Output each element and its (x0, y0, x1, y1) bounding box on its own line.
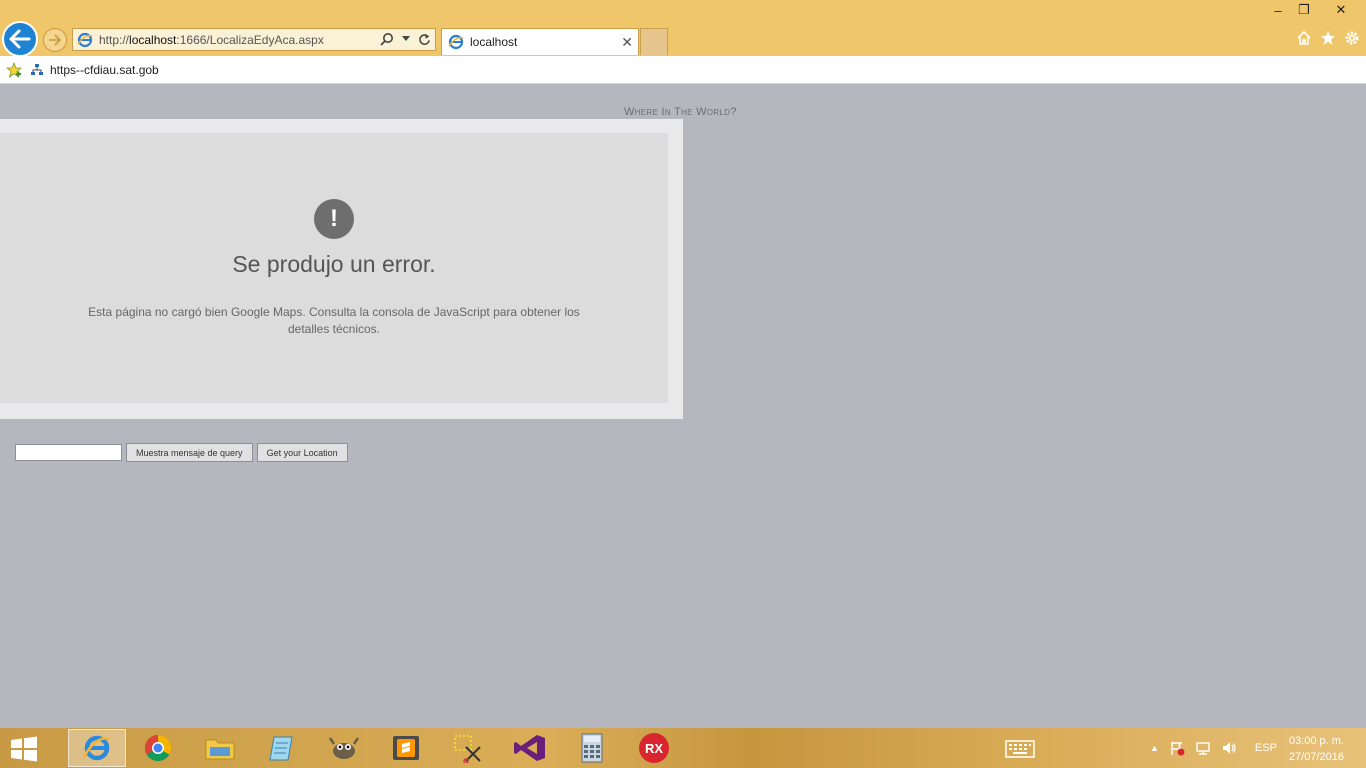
taskbar-calculator-button[interactable] (563, 729, 621, 767)
browser-titlebar: http://localhost:1666/LocalizaEdyAca.asp… (0, 0, 1366, 57)
address-url-host: localhost (129, 32, 177, 47)
notepad-icon (269, 736, 293, 761)
show-hidden-icons-icon[interactable]: ▲ (1150, 743, 1159, 753)
new-tab-button[interactable] (640, 28, 668, 55)
taskbar-explorer-button[interactable] (191, 729, 249, 767)
restore-button[interactable]: ❐ (1291, 0, 1317, 20)
close-window-button[interactable]: ✕ (1317, 0, 1365, 20)
system-tray: ▲ ESP (1150, 728, 1277, 768)
close-tab-icon[interactable]: ✕ (621, 34, 633, 51)
page-title: Where In The World? (624, 106, 737, 118)
snipping-tool-icon (454, 735, 481, 763)
input-language[interactable]: ESP (1255, 742, 1277, 754)
error-title: Se produjo un error. (232, 251, 436, 277)
error-icon: ! (314, 199, 354, 239)
site-hierarchy-icon (31, 63, 43, 75)
ie-page-icon (77, 32, 93, 47)
favorite-label: https--cfdiau.sat.gob (50, 62, 159, 77)
network-icon[interactable] (1195, 740, 1211, 756)
rx-label: RX (644, 740, 664, 756)
gimp-icon (328, 737, 360, 759)
back-button[interactable] (2, 21, 38, 57)
taskbar: RX ▲ ESP 03:00 p. m. 27/07/2016 (0, 728, 1366, 768)
internet-explorer-icon (82, 735, 111, 761)
address-tools (380, 32, 431, 46)
taskbar-notepad-button[interactable] (253, 729, 311, 767)
action-center-flag-icon[interactable] (1169, 740, 1185, 756)
sublime-text-icon (393, 736, 419, 760)
taskbar-ie-button[interactable] (68, 729, 126, 767)
taskbar-chrome-button[interactable] (129, 729, 187, 767)
close-icon: ✕ (1335, 2, 1347, 17)
minimize-button[interactable]: – (1265, 0, 1291, 20)
touch-keyboard-icon[interactable] (1005, 740, 1035, 758)
forward-button[interactable] (43, 28, 67, 52)
gear-icon[interactable] (1344, 30, 1360, 46)
clock-date: 27/07/2016 (1288, 751, 1344, 763)
tab-label: localhost (470, 35, 518, 49)
tab-localhost[interactable]: localhost ✕ (441, 28, 639, 55)
address-url: http://localhost:1666/LocalizaEdyAca.asp… (99, 33, 324, 47)
volume-icon[interactable] (1221, 740, 1237, 756)
calculator-icon (581, 733, 603, 763)
add-favorite-star-icon[interactable] (6, 61, 22, 78)
address-bar[interactable]: http://localhost:1666/LocalizaEdyAca.asp… (72, 28, 436, 51)
chevron-down-icon[interactable] (402, 36, 410, 42)
home-icon[interactable] (1296, 30, 1312, 46)
visual-studio-icon (514, 735, 545, 761)
arrow-right-icon (49, 34, 62, 46)
show-query-message-button[interactable]: Muestra mensaje de query (126, 443, 253, 462)
restore-icon: ❐ (1298, 2, 1310, 17)
clock-time: 03:00 p. m. (1288, 735, 1344, 747)
address-url-path: :1666/LocalizaEdyAca.aspx (176, 32, 324, 47)
ie-tab-icon (448, 34, 464, 50)
error-message: Esta página no cargó bien Google Maps. C… (88, 305, 580, 336)
taskbar-rx-button[interactable]: RX (625, 729, 683, 767)
windows-start-icon[interactable] (10, 736, 38, 762)
browser-toolbar-icons (1296, 30, 1360, 46)
favorites-star-icon[interactable] (1320, 30, 1336, 46)
favorite-item-cfdiau[interactable]: https--cfdiau.sat.gob (30, 63, 159, 77)
taskbar-gimp-button[interactable] (315, 729, 373, 767)
taskbar-snipping-button[interactable] (439, 729, 497, 767)
address-url-prefix: http:// (99, 32, 130, 47)
refresh-icon[interactable] (418, 33, 431, 46)
taskbar-sublime-button[interactable] (377, 729, 435, 767)
search-icon[interactable] (380, 32, 394, 46)
query-input[interactable] (15, 444, 122, 461)
arrow-left-icon (9, 29, 31, 49)
query-form: Muestra mensaje de query Get your Locati… (15, 443, 348, 462)
taskbar-visual-studio-button[interactable] (501, 729, 559, 767)
get-location-button[interactable]: Get your Location (256, 443, 348, 462)
folder-icon (205, 739, 235, 760)
clock[interactable]: 03:00 p. m. 27/07/2016 (1289, 733, 1344, 765)
rx-icon: RX (639, 733, 669, 763)
minimize-icon: – (1274, 2, 1282, 18)
favorites-bar: https--cfdiau.sat.gob (0, 56, 1366, 84)
chrome-icon (144, 734, 172, 762)
